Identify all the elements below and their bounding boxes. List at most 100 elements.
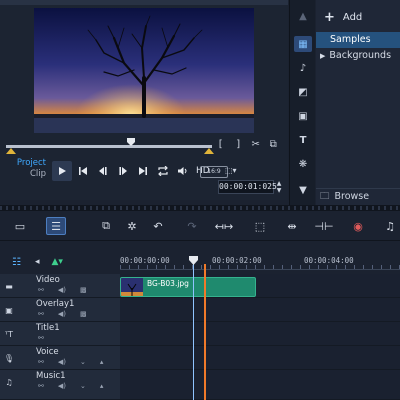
mode-project[interactable]: Project (8, 158, 46, 169)
enlarge-icon[interactable]: ⧉ (266, 137, 282, 151)
end-icon[interactable] (134, 161, 152, 181)
player-panel: [ ] ✂ ⧉ Project Clip HD 16:9 ⬚▾ 00:00:01… (0, 0, 288, 200)
mark-in-marker[interactable] (6, 148, 16, 154)
ripple-icon[interactable]: ⌄ (80, 382, 86, 390)
music-note-icon: ♫ (5, 377, 13, 387)
title-icon[interactable]: T (294, 132, 312, 148)
home-icon[interactable] (74, 161, 92, 181)
track-lane-voice[interactable] (120, 346, 400, 370)
media-library-icon[interactable]: ▦ (294, 36, 312, 52)
zoom-icon[interactable]: ⬚ (250, 217, 270, 235)
play-mode-selector[interactable]: Project Clip (8, 158, 46, 180)
timecode-stepper[interactable]: ▲ ▼ (275, 180, 283, 194)
timeline-view-icon[interactable]: ☰ (46, 217, 66, 235)
ripple-editing-icon[interactable]: ⇹ (282, 217, 302, 235)
link-icon[interactable]: ⚯ (38, 286, 44, 294)
ripple-icon[interactable]: ▩ (80, 310, 87, 318)
link-icon[interactable]: ⚯ (38, 334, 44, 342)
scroll-up-icon[interactable]: ▲ (294, 8, 312, 24)
lock-icon[interactable]: ▴ (100, 382, 104, 390)
track-controls: ⚯ ◀) ▩ (38, 286, 87, 294)
graphic-icon[interactable]: ❋ (294, 156, 312, 172)
track-controls: ⚯ ◀) ⌄ ▴ (38, 382, 103, 390)
ruler-tick: 00:00:04:00 (304, 256, 354, 265)
next-frame-icon[interactable] (114, 161, 132, 181)
aspect-ratio-dropdown[interactable]: 16:9 (200, 166, 228, 178)
scrub-track[interactable] (6, 145, 212, 148)
overlay-icon: ▣ (5, 305, 13, 315)
link-icon[interactable]: ⚯ (38, 358, 44, 366)
track-manager-icon[interactable]: ☷ (12, 257, 21, 268)
library-item-samples[interactable]: Samples (316, 32, 400, 48)
undo-icon[interactable]: ↶ (148, 217, 168, 235)
timeline-ruler[interactable]: 00:00:00:00 00:00:02:00 00:00:04:00 (120, 254, 400, 270)
timeline-clip[interactable]: BG-B03.jpg (120, 277, 256, 297)
library-category-strip: ▲ ▦ ♪ ◩ ▣ T ❋ ▼ (289, 0, 315, 205)
mute-icon[interactable]: ◀) (58, 358, 66, 366)
track-options-icon[interactable]: ▲▾ (52, 257, 63, 267)
timeline-toolbar: ▭ ☰ ⧉ ✲ ↶ ↷ ↤↦ ⬚ ⇹ ⊣⊢ ◉ ♫ (0, 211, 400, 241)
scrub-bar[interactable] (6, 137, 214, 154)
ripple-icon[interactable]: ▩ (80, 286, 87, 294)
mark-in-icon[interactable]: [ (213, 137, 229, 151)
ruler-tick: 00:00:00:00 (120, 256, 170, 265)
track-header-music1[interactable]: ♫ Music1 ⚯ ◀) ⌄ ▴ (0, 370, 120, 400)
tools-icon[interactable]: ✲ (122, 217, 142, 235)
crop-icon[interactable]: ⬚▾ (225, 166, 237, 175)
preview-image (34, 8, 254, 133)
previous-frame-icon[interactable] (94, 161, 112, 181)
library-panel: + Add Samples ▶ Backgrounds 🗀 Browse (316, 0, 400, 205)
track-header-video[interactable]: ▬ Video ⚯ ◀) ▩ (0, 274, 120, 298)
track-name: Title1 (36, 323, 60, 333)
expand-arrow-icon[interactable]: ▶ (320, 52, 325, 60)
volume-icon[interactable] (174, 161, 192, 181)
track-name: Overlay1 (36, 299, 75, 309)
link-icon[interactable]: ⚯ (38, 310, 44, 318)
scroll-down-icon[interactable]: ▼ (294, 182, 312, 198)
mark-out-icon[interactable]: ] (231, 137, 247, 151)
link-icon[interactable]: ⚯ (38, 382, 44, 390)
fit-to-window-icon[interactable]: ↤↦ (214, 217, 234, 235)
add-folder-button[interactable]: + Add (324, 8, 362, 26)
record-capture-icon[interactable]: ◉ (348, 217, 368, 235)
redo-icon[interactable]: ↷ (182, 217, 202, 235)
ripple-icon[interactable]: ⌄ (80, 358, 86, 366)
instant-project-icon[interactable]: ♪ (294, 60, 312, 76)
lock-icon[interactable]: ▴ (100, 358, 104, 366)
track-header-title1[interactable]: ᵀT Title1 ⚯ (0, 322, 120, 346)
preview-window (34, 8, 254, 133)
storyboard-view-icon[interactable]: ▭ (10, 217, 30, 235)
transition-icon[interactable]: ◩ (294, 84, 312, 100)
folder-icon: 🗀 (320, 190, 330, 202)
scrub-thumb[interactable] (126, 137, 136, 147)
track-header-voice[interactable]: 🎙 Voice ⚯ ◀) ⌄ ▴ (0, 346, 120, 370)
track-lane-music1[interactable] (120, 370, 400, 400)
track-header-bar: ☷ ◂ ▲▾ (0, 254, 120, 270)
library-item-label: Backgrounds (329, 50, 392, 61)
track-header-overlay1[interactable]: ▣ Overlay1 ⚯ ◀) ▩ (0, 298, 120, 322)
split-icon[interactable]: ⊣⊢ (314, 217, 334, 235)
playhead-handle[interactable] (189, 256, 198, 265)
collapse-icon[interactable]: ◂ (35, 257, 40, 267)
filter-icon[interactable]: ▣ (294, 108, 312, 124)
repeat-icon[interactable] (154, 161, 172, 181)
mute-icon[interactable]: ◀) (58, 310, 66, 318)
clip-tools: [ ] ✂ ⧉ (213, 136, 283, 152)
track-name: Music1 (36, 371, 66, 381)
browse-button[interactable]: 🗀 Browse (316, 188, 400, 204)
current-position-line[interactable] (204, 264, 206, 400)
track-lane-title1[interactable] (120, 322, 400, 346)
play-icon[interactable] (52, 161, 72, 181)
mute-icon[interactable]: ◀) (58, 382, 66, 390)
library-item-backgrounds[interactable]: ▶ Backgrounds (316, 48, 400, 64)
mute-icon[interactable]: ◀) (58, 286, 66, 294)
add-label: Add (342, 11, 363, 23)
ruler-tick: 00:00:02:00 (212, 256, 262, 265)
timecode-field[interactable]: 00:00:01:025 (218, 180, 277, 194)
panel-grip[interactable] (0, 0, 288, 5)
mode-clip[interactable]: Clip (8, 169, 46, 180)
add-remove-tracks-icon[interactable]: ⧉ (96, 217, 116, 235)
sound-mixer-icon[interactable]: ♫ (380, 217, 400, 235)
scissors-icon[interactable]: ✂ (248, 137, 264, 151)
track-lane-overlay1[interactable] (120, 298, 400, 322)
